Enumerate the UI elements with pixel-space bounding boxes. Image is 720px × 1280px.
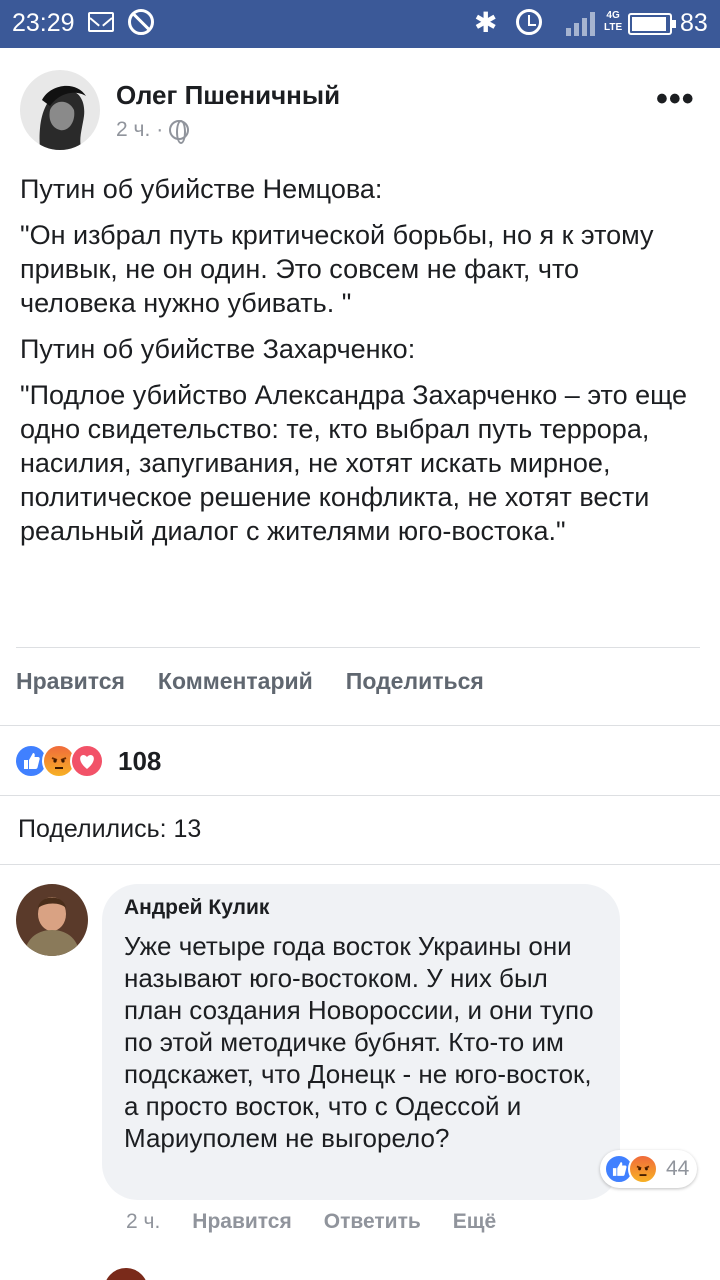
love-reaction-icon <box>70 744 104 778</box>
post-meta: 2 ч. · <box>116 118 190 144</box>
post-paragraph: Путин об убийстве Немцова: <box>20 174 383 204</box>
divider <box>16 647 700 648</box>
post-text: Путин об убийстве Немцова: "Он избрал пу… <box>20 172 695 560</box>
mail-icon <box>88 12 114 32</box>
more-options-icon[interactable]: ••• <box>656 82 696 116</box>
reactions-summary[interactable]: 108 <box>14 740 161 782</box>
comment-button[interactable]: Комментарий <box>158 668 313 695</box>
like-button[interactable]: Нравится <box>16 668 125 695</box>
author-avatar[interactable] <box>20 70 100 150</box>
angry-reaction-icon <box>628 1154 658 1184</box>
comment-reaction-count: 44 <box>666 1157 690 1180</box>
comment-like-button[interactable]: Нравится <box>192 1210 291 1234</box>
commenter-avatar[interactable] <box>16 884 88 956</box>
comment-reactions[interactable]: 44 <box>600 1150 698 1188</box>
post-paragraph: "Он избрал путь критической борьбы, но я… <box>20 220 654 318</box>
share-button[interactable]: Поделиться <box>346 668 484 695</box>
comment-reply-button[interactable]: Ответить <box>324 1210 421 1234</box>
globe-icon <box>169 120 190 144</box>
bluetooth-icon: ✱ <box>474 7 498 38</box>
signal-icon <box>558 10 598 36</box>
do-not-disturb-icon <box>128 9 154 35</box>
battery-icon <box>628 13 676 35</box>
status-bar: 23:29 ✱ 4G LTE 83 <box>0 0 720 48</box>
status-time: 23:29 <box>12 9 75 37</box>
comment-more-button[interactable]: Ещё <box>453 1210 496 1234</box>
comment-actions: 2 ч. Нравится Ответить Ещё <box>126 1210 496 1234</box>
comment-text: Уже четыре года восток Украины они назыв… <box>124 931 594 1153</box>
post-actions: Нравится Комментарий Поделиться <box>16 668 484 695</box>
post-paragraph: "Подлое убийство Александра Захарченко –… <box>20 380 688 546</box>
battery-percent: 83 <box>680 9 708 37</box>
next-commenter-avatar[interactable] <box>104 1268 148 1280</box>
divider <box>0 725 720 726</box>
meta-separator: · <box>156 118 164 141</box>
shares-count[interactable]: Поделились: 13 <box>18 815 201 844</box>
divider <box>0 864 720 865</box>
comment-time: 2 ч. <box>126 1210 161 1233</box>
post-author[interactable]: Олег Пшеничный <box>116 80 340 111</box>
post-paragraph: Путин об убийстве Захарченко: <box>20 334 416 364</box>
network-type: 4G LTE <box>604 10 623 33</box>
post-time[interactable]: 2 ч. <box>116 118 150 142</box>
divider <box>0 795 720 796</box>
reaction-count: 108 <box>118 745 162 776</box>
comment-author[interactable]: Андрей Кулик <box>124 896 269 920</box>
alarm-icon <box>516 9 542 35</box>
